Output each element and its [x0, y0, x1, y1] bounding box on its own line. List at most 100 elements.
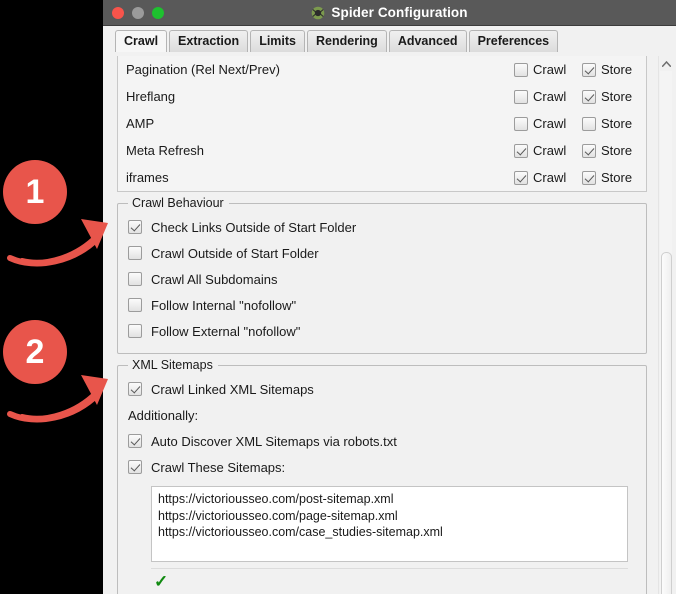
xml-sitemaps-section: XML Sitemaps Crawl Linked XML Sitemaps A…: [117, 358, 647, 594]
store-checkbox[interactable]: [582, 170, 596, 185]
tab-bar: Crawl Extraction Limits Rendering Advanc…: [103, 26, 676, 52]
store-label: Store: [601, 89, 633, 104]
auto-discover-sitemaps-checkbox[interactable]: [128, 434, 142, 448]
sitemap-url: https://victoriousseo.com/post-sitemap.x…: [158, 492, 394, 506]
option-crawl-outside-start-folder[interactable]: Crawl Outside of Start Folder: [128, 240, 636, 266]
option-check-links-outside-start-folder[interactable]: Check Links Outside of Start Folder: [128, 214, 636, 240]
option-label: Follow Internal "nofollow": [151, 297, 297, 313]
resource-label: iframes: [126, 170, 169, 185]
spider-icon: [312, 6, 325, 19]
maximize-button[interactable]: [152, 6, 164, 19]
additionally-label: Additionally:: [128, 407, 199, 423]
crawl-cell: Crawl: [514, 62, 572, 77]
crawl-outside-start-folder-checkbox[interactable]: [128, 246, 142, 260]
crawl-label: Crawl: [533, 89, 567, 104]
crawl-settings-content: Pagination (Rel Next/Prev) Crawl Store H…: [117, 56, 647, 594]
option-follow-internal-nofollow[interactable]: Follow Internal "nofollow": [128, 292, 636, 318]
tab-crawl[interactable]: Crawl: [115, 30, 168, 52]
tab-advanced[interactable]: Advanced: [388, 30, 467, 52]
crawl-label: Crawl: [533, 143, 567, 158]
crawl-settings-panel: Pagination (Rel Next/Prev) Crawl Store H…: [103, 56, 676, 594]
scrollbar-track[interactable]: [660, 71, 672, 594]
option-crawl-linked-xml-sitemaps[interactable]: Crawl Linked XML Sitemaps: [128, 376, 636, 402]
window-titlebar: Spider Configuration: [103, 0, 676, 26]
store-checkbox[interactable]: [582, 143, 596, 158]
option-label: Auto Discover XML Sitemaps via robots.tx…: [151, 433, 397, 449]
store-cell: Store: [582, 143, 640, 158]
window-title: Spider Configuration: [331, 5, 468, 20]
store-cell: Store: [582, 62, 640, 77]
scrollbar-thumb[interactable]: [661, 252, 672, 594]
option-label: Check Links Outside of Start Folder: [151, 219, 357, 235]
store-cell: Store: [582, 170, 640, 185]
follow-internal-nofollow-checkbox[interactable]: [128, 298, 142, 312]
store-checkbox[interactable]: [582, 116, 596, 131]
crawl-checkbox[interactable]: [514, 62, 528, 77]
sitemap-status-row: ✓: [151, 568, 628, 594]
table-row: Hreflang Crawl Store: [118, 83, 646, 110]
crawl-label: Crawl: [533, 116, 567, 131]
store-label: Store: [601, 62, 633, 77]
crawl-cell: Crawl: [514, 116, 572, 131]
option-label: Crawl All Subdomains: [151, 271, 278, 287]
store-cell: Store: [582, 89, 640, 104]
crawl-linked-xml-sitemaps-checkbox[interactable]: [128, 382, 142, 396]
sitemap-url: https://victoriousseo.com/case_studies-s…: [158, 525, 443, 539]
store-cell: Store: [582, 116, 640, 131]
store-label: Store: [601, 143, 633, 158]
crawl-checkbox[interactable]: [514, 116, 528, 131]
option-label: Crawl Outside of Start Folder: [151, 245, 319, 261]
resource-config-table: Pagination (Rel Next/Prev) Crawl Store H…: [117, 56, 647, 192]
spider-configuration-window: Spider Configuration Crawl Extraction Li…: [103, 0, 676, 594]
crawl-checkbox[interactable]: [514, 143, 528, 158]
store-checkbox[interactable]: [582, 89, 596, 104]
crawl-behaviour-section: Crawl Behaviour Check Links Outside of S…: [117, 196, 647, 354]
scroll-up-button[interactable]: [659, 56, 673, 71]
table-row: iframes Crawl Store: [118, 164, 646, 191]
sitemap-urls-textarea[interactable]: https://victoriousseo.com/post-sitemap.x…: [151, 486, 628, 562]
crawl-all-subdomains-checkbox[interactable]: [128, 272, 142, 286]
option-crawl-these-sitemaps[interactable]: Crawl These Sitemaps:: [128, 454, 636, 480]
option-label: Crawl Linked XML Sitemaps: [151, 381, 314, 397]
resource-label: Pagination (Rel Next/Prev): [126, 62, 280, 77]
table-row: Pagination (Rel Next/Prev) Crawl Store: [118, 56, 646, 83]
table-row: AMP Crawl Store: [118, 110, 646, 137]
xml-sitemaps-legend: XML Sitemaps: [128, 358, 218, 372]
store-label: Store: [601, 170, 633, 185]
tab-extraction[interactable]: Extraction: [169, 30, 249, 52]
option-crawl-all-subdomains[interactable]: Crawl All Subdomains: [128, 266, 636, 292]
crawl-these-sitemaps-checkbox[interactable]: [128, 460, 142, 474]
resource-label: Hreflang: [126, 89, 176, 104]
crawl-checkbox[interactable]: [514, 170, 528, 185]
green-checkmark-icon: ✓: [154, 572, 169, 591]
annotation-arrow-1: [7, 219, 108, 267]
window-controls: [112, 0, 164, 25]
annotation-arrow-2: [7, 375, 108, 423]
crawl-label: Crawl: [533, 62, 567, 77]
store-label: Store: [601, 116, 633, 131]
crawl-cell: Crawl: [514, 89, 572, 104]
window-title-group: Spider Configuration: [311, 5, 468, 20]
crawl-behaviour-legend: Crawl Behaviour: [128, 196, 229, 210]
check-links-outside-start-folder-checkbox[interactable]: [128, 220, 142, 234]
option-label: Follow External "nofollow": [151, 323, 301, 339]
resource-label: AMP: [126, 116, 155, 131]
crawl-label: Crawl: [533, 170, 567, 185]
follow-external-nofollow-checkbox[interactable]: [128, 324, 142, 338]
minimize-button[interactable]: [132, 6, 144, 19]
crawl-checkbox[interactable]: [514, 89, 528, 104]
table-row: Meta Refresh Crawl Store: [118, 137, 646, 164]
tab-limits[interactable]: Limits: [250, 30, 305, 52]
crawl-cell: Crawl: [514, 143, 572, 158]
tab-preferences[interactable]: Preferences: [468, 30, 559, 52]
store-checkbox[interactable]: [582, 62, 596, 77]
resource-label: Meta Refresh: [126, 143, 205, 158]
close-button[interactable]: [112, 6, 124, 19]
option-label: Crawl These Sitemaps:: [151, 459, 286, 475]
chevron-up-icon: [661, 60, 671, 67]
vertical-scrollbar[interactable]: [658, 56, 673, 594]
crawl-cell: Crawl: [514, 170, 572, 185]
option-follow-external-nofollow[interactable]: Follow External "nofollow": [128, 318, 636, 344]
option-auto-discover-sitemaps[interactable]: Auto Discover XML Sitemaps via robots.tx…: [128, 428, 636, 454]
tab-rendering[interactable]: Rendering: [307, 30, 387, 52]
